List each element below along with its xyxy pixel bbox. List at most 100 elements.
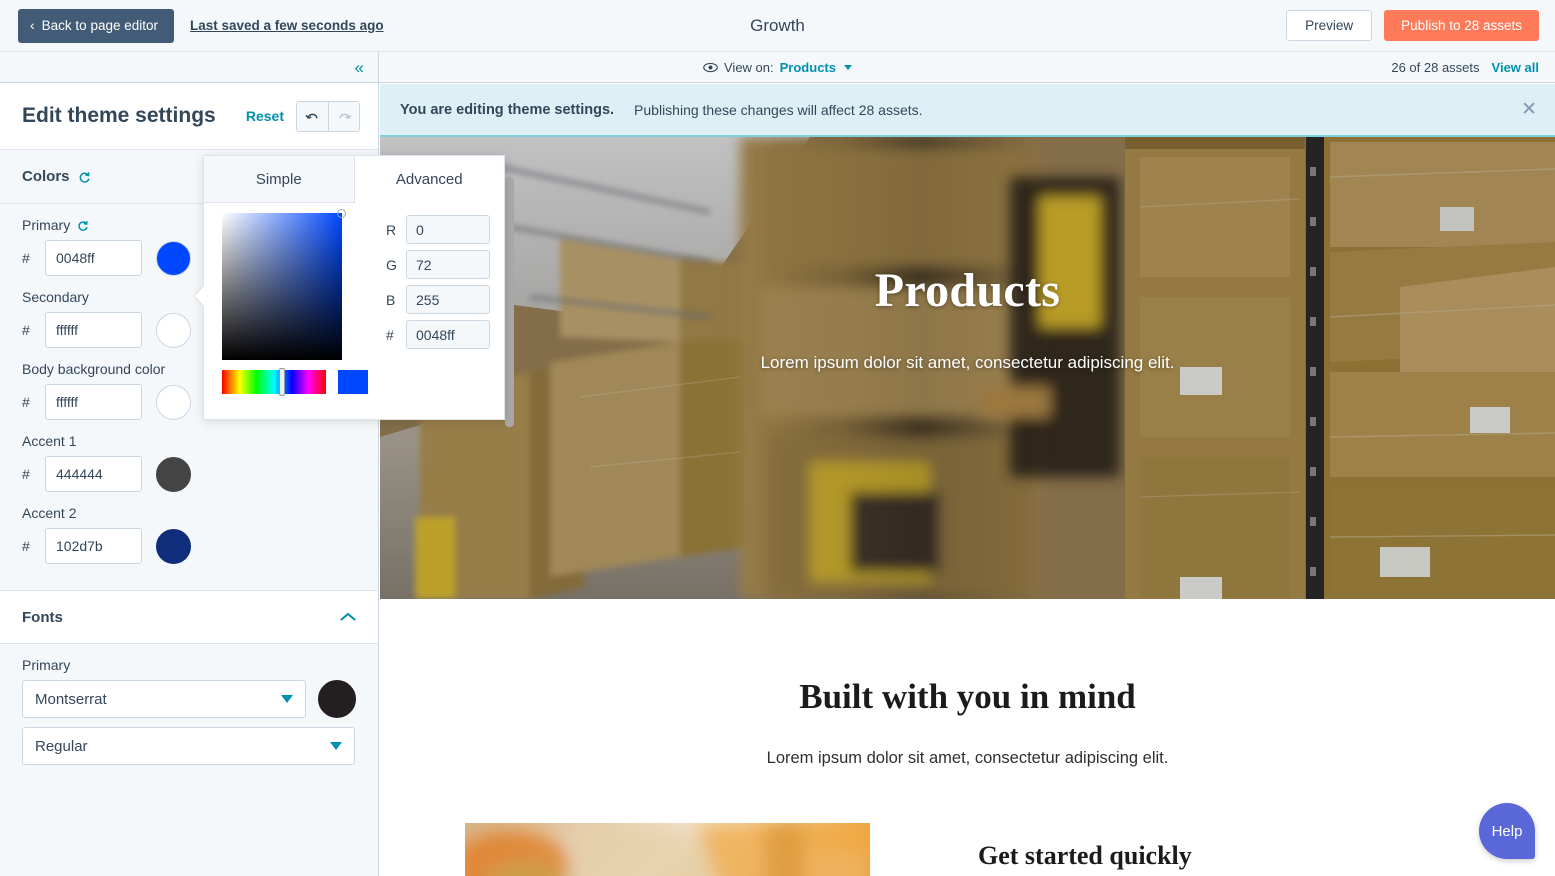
hue-handle[interactable] xyxy=(279,368,285,396)
color-field-accent-1: Accent 1 # xyxy=(0,420,378,492)
chevron-down-icon xyxy=(281,695,293,703)
view-on-value[interactable]: Products xyxy=(780,60,836,75)
hue-row xyxy=(222,370,368,394)
accent-1-color-swatch[interactable] xyxy=(156,457,191,492)
chevron-down-icon xyxy=(330,742,342,750)
view-on-toolbar: « View on: Products 26 of 28 assets View… xyxy=(0,52,1555,83)
banner-strong-text: You are editing theme settings. xyxy=(400,102,614,118)
hero-subtitle: Lorem ipsum dolor sit amet, consectetur … xyxy=(761,353,1175,373)
accent-2-color-swatch[interactable] xyxy=(156,529,191,564)
refresh-icon[interactable] xyxy=(76,219,89,232)
blue-label: B xyxy=(386,292,396,308)
banner-body-text: Publishing these changes will affect 28 … xyxy=(634,102,922,118)
font-weight-value: Regular xyxy=(35,738,88,755)
font-field-primary: Primary Montserrat Regular xyxy=(0,644,378,765)
close-icon[interactable]: ✕ xyxy=(1521,100,1537,119)
top-toolbar: ‹ Back to page editor Last saved a few s… xyxy=(0,0,1555,52)
saturation-handle[interactable] xyxy=(337,209,346,218)
rgb-row-hex: # xyxy=(386,320,490,349)
font-weight-select-wrap: Regular xyxy=(22,727,355,765)
rgb-row-green: G xyxy=(386,250,490,279)
tab-advanced[interactable]: Advanced xyxy=(355,156,505,203)
color-field-accent-2: Accent 2 # xyxy=(0,492,378,564)
tab-simple[interactable]: Simple xyxy=(204,156,355,203)
popover-arrow xyxy=(195,286,204,306)
sidebar-header: Edit theme settings Reset xyxy=(0,83,378,150)
hex-input[interactable] xyxy=(406,320,490,349)
fonts-section-header[interactable]: Fonts xyxy=(0,590,378,644)
color-picker-left xyxy=(222,213,368,394)
hash-symbol: # xyxy=(22,394,31,410)
built-section: Built with you in mind Lorem ipsum dolor… xyxy=(380,599,1555,768)
primary-color-swatch[interactable] xyxy=(156,241,191,276)
body-background-hex-input[interactable] xyxy=(45,384,142,420)
font-field-primary-label: Primary xyxy=(22,657,356,673)
rgb-row-red: R xyxy=(386,215,490,244)
rgb-inputs: R G B # xyxy=(386,213,490,394)
color-field-accent-2-label: Accent 2 xyxy=(22,505,356,521)
editing-theme-banner: You are editing theme settings. Publishi… xyxy=(380,84,1555,137)
undo-button[interactable] xyxy=(297,102,328,131)
red-label: R xyxy=(386,222,396,238)
hero-section: Products Lorem ipsum dolor sit amet, con… xyxy=(380,137,1555,599)
hash-symbol: # xyxy=(22,538,31,554)
hash-symbol: # xyxy=(22,250,31,266)
font-family-value: Montserrat xyxy=(35,691,107,708)
feature-text: Get started quickly Lorem ipsum dolor si… xyxy=(978,823,1411,876)
redo-button[interactable] xyxy=(328,102,359,131)
green-input[interactable] xyxy=(406,250,490,279)
font-weight-select[interactable]: Regular xyxy=(22,727,355,765)
hex-label: # xyxy=(386,327,396,343)
accent-2-hex-input[interactable] xyxy=(45,528,142,564)
sidebar-scrollbar[interactable] xyxy=(505,177,514,427)
publish-button[interactable]: Publish to 28 assets xyxy=(1384,10,1539,41)
hash-symbol: # xyxy=(22,322,31,338)
font-color-swatch[interactable] xyxy=(318,680,356,718)
blue-input[interactable] xyxy=(406,285,490,314)
color-picker-tabs: Simple Advanced xyxy=(204,156,504,203)
refresh-icon[interactable] xyxy=(77,170,91,184)
sidebar-title: Edit theme settings xyxy=(22,104,216,128)
accent-1-hex-input[interactable] xyxy=(45,456,142,492)
color-picker-popover: Simple Advanced R G B xyxy=(203,155,505,420)
hero-title: Products xyxy=(875,263,1061,318)
secondary-hex-input[interactable] xyxy=(45,312,142,348)
view-on-label: View on: xyxy=(724,60,774,75)
colors-section-label: Colors xyxy=(22,168,70,185)
color-picker-body: R G B # xyxy=(204,203,504,394)
color-field-accent-1-label: Accent 1 xyxy=(22,433,356,449)
help-button[interactable]: Help xyxy=(1479,803,1535,859)
reset-button[interactable]: Reset xyxy=(246,108,284,124)
back-to-page-editor-button[interactable]: ‹ Back to page editor xyxy=(18,9,174,43)
eye-icon xyxy=(703,60,718,75)
sidebar-header-actions: Reset xyxy=(246,101,360,132)
font-family-select-wrap: Montserrat xyxy=(22,680,306,718)
red-input[interactable] xyxy=(406,215,490,244)
chevron-up-icon[interactable] xyxy=(340,609,356,626)
back-button-label: Back to page editor xyxy=(42,18,158,33)
fonts-section-label: Fonts xyxy=(22,609,63,626)
rgb-row-blue: B xyxy=(386,285,490,314)
feature-row: Get started quickly Lorem ipsum dolor si… xyxy=(380,823,1555,876)
top-toolbar-actions: Preview Publish to 28 assets xyxy=(1286,10,1539,41)
current-color-preview xyxy=(338,370,368,394)
chevron-down-icon[interactable] xyxy=(844,65,852,70)
saturation-value-area[interactable] xyxy=(222,213,342,360)
font-family-select[interactable]: Montserrat xyxy=(22,680,306,718)
page-preview: Products Lorem ipsum dolor sit amet, con… xyxy=(380,137,1555,876)
last-saved-link[interactable]: Last saved a few seconds ago xyxy=(190,18,384,33)
body-background-color-swatch[interactable] xyxy=(156,385,191,420)
feature-heading: Get started quickly xyxy=(978,841,1411,871)
feature-image xyxy=(465,823,870,876)
hash-symbol: # xyxy=(22,466,31,482)
primary-hex-input[interactable] xyxy=(45,240,142,276)
preview-button[interactable]: Preview xyxy=(1286,10,1372,41)
built-heading: Built with you in mind xyxy=(380,677,1555,717)
view-on-group: View on: Products xyxy=(0,60,1555,75)
hero-content: Products Lorem ipsum dolor sit amet, con… xyxy=(380,137,1555,599)
chevron-left-icon: ‹ xyxy=(30,18,35,32)
secondary-color-swatch[interactable] xyxy=(156,313,191,348)
undo-redo-group xyxy=(296,101,360,132)
hue-slider[interactable] xyxy=(222,370,326,394)
green-label: G xyxy=(386,257,396,273)
